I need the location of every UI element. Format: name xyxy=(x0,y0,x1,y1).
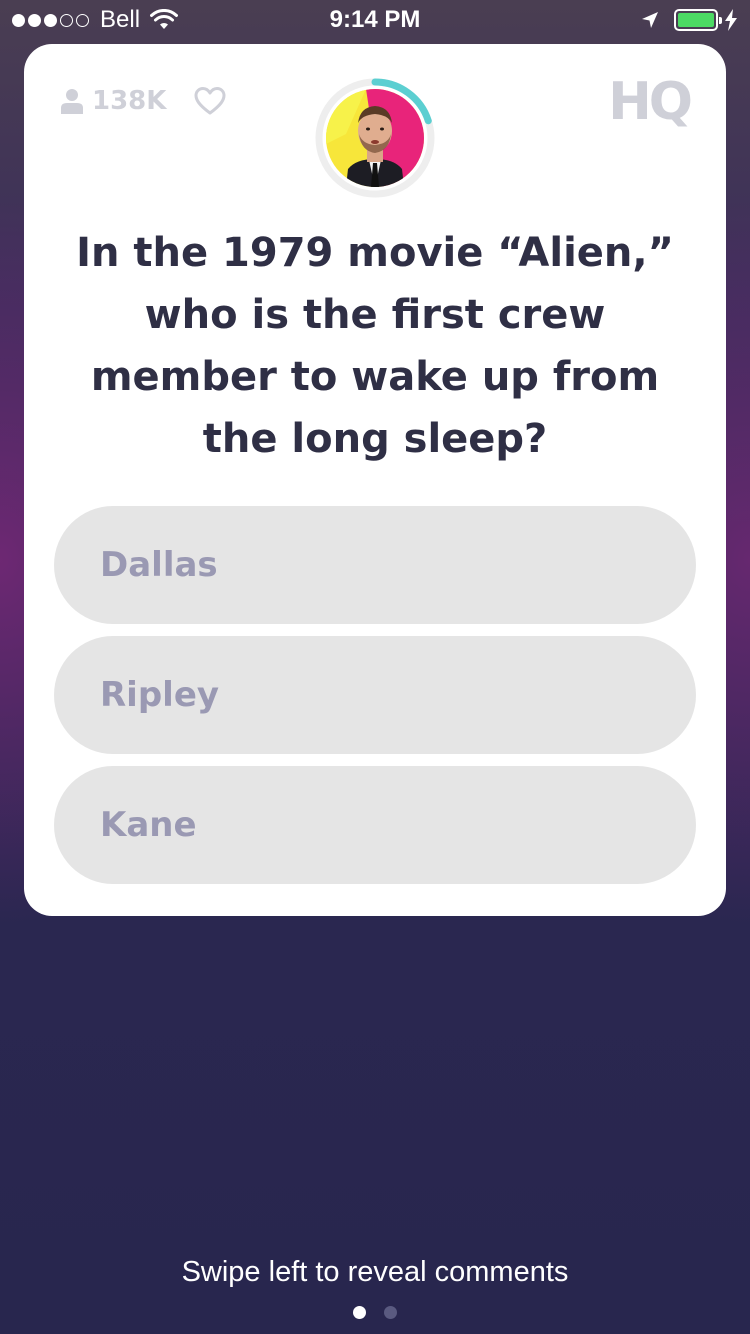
viewer-count-label: 138K xyxy=(92,86,167,116)
answer-option-2[interactable]: Ripley xyxy=(54,636,696,754)
bolt-icon xyxy=(725,9,737,31)
question-card: 138K HQ In the 1979 movie “Alien,” who i… xyxy=(24,44,726,916)
swipe-hint: Swipe left to reveal comments xyxy=(181,1256,569,1288)
status-bar: Bell 9:14 PM xyxy=(0,0,750,40)
location-arrow-icon xyxy=(642,12,658,28)
answer-label: Ripley xyxy=(100,675,220,715)
heart-icon[interactable] xyxy=(194,86,226,116)
question-text: In the 1979 movie “Alien,” who is the fi… xyxy=(76,230,674,462)
answer-option-1[interactable]: Dallas xyxy=(54,506,696,624)
person-icon xyxy=(61,89,83,114)
answer-option-3[interactable]: Kane xyxy=(54,766,696,884)
status-time: 9:14 PM xyxy=(329,6,421,33)
viewer-count: 138K xyxy=(60,86,166,116)
battery-icon xyxy=(674,9,722,31)
answer-label: Dallas xyxy=(100,545,218,585)
hq-logo: HQ xyxy=(608,72,693,132)
page-indicator[interactable] xyxy=(0,1306,750,1319)
answer-label: Kane xyxy=(100,805,197,845)
page-dot-1[interactable] xyxy=(353,1306,366,1319)
battery-level xyxy=(678,13,714,27)
status-right xyxy=(640,8,738,32)
page-dot-2[interactable] xyxy=(384,1306,397,1319)
host-avatar xyxy=(326,89,424,187)
host-timer xyxy=(315,78,435,198)
